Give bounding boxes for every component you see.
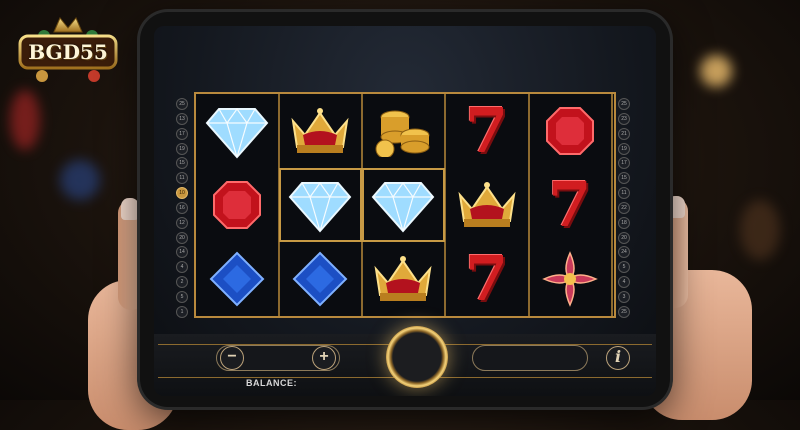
payline-indicators-right: 25 23 21 19 17 15 11 22 18 20 24 5 4 3 25 — [618, 98, 632, 318]
winning-highlight-frame — [279, 168, 363, 242]
decrease-bet-button[interactable]: − — [220, 346, 244, 370]
reel-column: 7 — [529, 94, 613, 316]
site-logo: BGD55 — [14, 10, 122, 88]
ruby-symbol — [196, 168, 278, 242]
payline-indicator: 25 — [618, 305, 630, 318]
payline-indicator: 19 — [176, 142, 188, 155]
payline-indicator: 4 — [618, 276, 630, 289]
reel-column — [196, 94, 280, 316]
payline-indicator: 3 — [618, 290, 630, 303]
slot-game-screen: 25 13 17 19 15 11 10 16 12 20 14 4 2 5 1 25 23 21 19 17 15 1… — [154, 26, 656, 396]
info-button[interactable]: i — [606, 346, 630, 370]
increase-bet-button[interactable]: + — [312, 346, 336, 370]
payline-indicator: 2 — [176, 276, 188, 289]
payline-indicator: 16 — [176, 201, 188, 214]
diamond-symbol — [196, 94, 278, 168]
payline-indicator: 15 — [618, 172, 630, 185]
sapphire-symbol — [196, 242, 278, 316]
crown-symbol — [362, 242, 444, 316]
payline-indicator: 11 — [618, 187, 630, 200]
payline-indicator: 15 — [176, 157, 188, 170]
payline-indicator: 11 — [176, 172, 188, 185]
payline-indicator: 22 — [618, 201, 630, 214]
seven-symbol: 7 — [465, 94, 509, 167]
winning-highlight-frame — [362, 168, 446, 242]
reel-grid: 777 — [194, 92, 616, 318]
payline-indicator: 17 — [618, 157, 630, 170]
payline-indicator: 23 — [618, 112, 630, 125]
flower-symbol — [529, 242, 611, 316]
payline-indicator: 24 — [618, 246, 630, 259]
win-display — [472, 345, 588, 371]
payline-indicator: 19 — [618, 142, 630, 155]
balance-label: BALANCE: — [246, 378, 297, 388]
background-light — [740, 200, 780, 260]
logo-text: BGD55 — [28, 40, 108, 64]
seven-symbol: 7 — [465, 242, 509, 315]
payline-indicator: 25 — [176, 98, 188, 110]
payline-indicator: 5 — [618, 261, 630, 274]
tablet-device: 25 13 17 19 15 11 10 16 12 20 14 4 2 5 1 25 23 21 19 17 15 1… — [140, 12, 670, 407]
background-light — [60, 160, 100, 200]
payline-indicator: 1 — [176, 305, 188, 318]
payline-indicator: 4 — [176, 261, 188, 274]
payline-indicator: 21 — [618, 127, 630, 140]
payline-indicator: 20 — [176, 231, 188, 244]
crown-symbol — [279, 94, 361, 168]
payline-indicator: 13 — [176, 112, 188, 125]
left-thumb-nail — [121, 198, 139, 220]
background-light — [700, 55, 732, 87]
payline-indicators-left: 25 13 17 19 15 11 10 16 12 20 14 4 2 5 1 — [176, 98, 190, 318]
payline-indicator: 12 — [176, 216, 188, 229]
spin-button[interactable] — [386, 326, 448, 388]
ruby-symbol — [529, 94, 611, 168]
background-light — [10, 90, 40, 150]
crown-icon — [53, 17, 83, 33]
seven-symbol: 7 — [548, 168, 592, 241]
reel-column: 77 — [446, 94, 530, 316]
payline-indicator: 18 — [618, 216, 630, 229]
payline-indicator: 5 — [176, 290, 188, 303]
payline-indicator: 20 — [618, 231, 630, 244]
payline-indicator: 25 — [618, 98, 630, 110]
crown-symbol — [446, 168, 528, 242]
payline-indicator: 17 — [176, 127, 188, 140]
sapphire-symbol — [279, 242, 361, 316]
coins-symbol — [362, 94, 444, 168]
payline-indicator: 14 — [176, 246, 188, 259]
payline-indicator: 10 — [176, 187, 188, 200]
